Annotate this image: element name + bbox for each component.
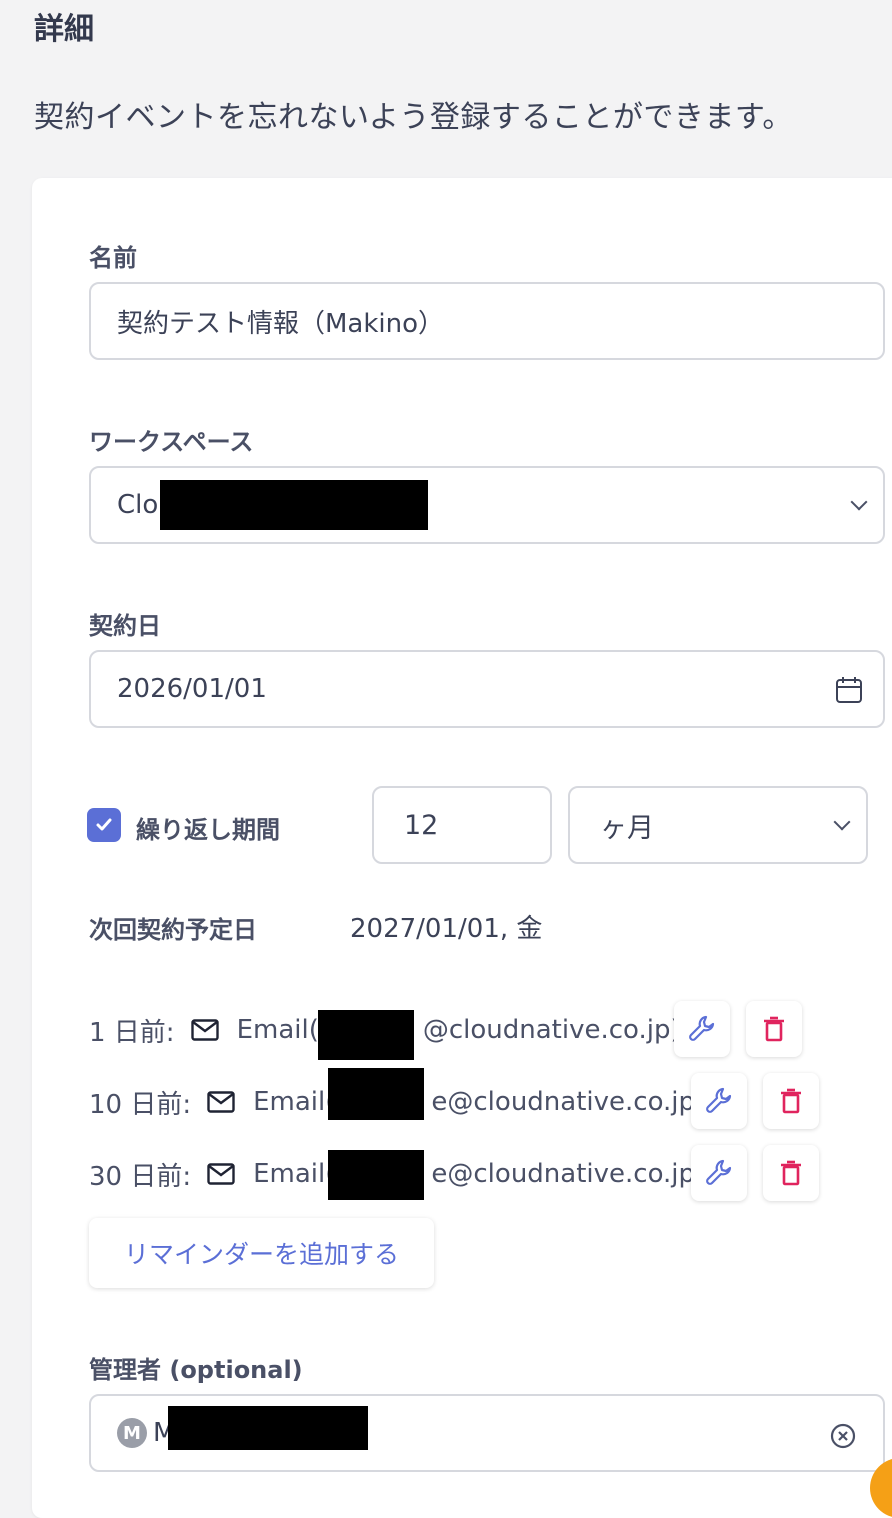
contract-date-value: 2026/01/01	[117, 674, 267, 704]
name-label: 名前	[89, 244, 137, 272]
page-title: 詳細	[34, 12, 94, 47]
redaction	[328, 1068, 424, 1120]
next-date-label: 次回契約予定日	[89, 916, 257, 944]
reminder-day: 1 日前:	[89, 1017, 175, 1048]
delete-reminder-button[interactable]	[763, 1145, 819, 1201]
contract-date-input[interactable]: 2026/01/01	[89, 650, 885, 728]
trash-icon	[764, 1016, 784, 1042]
repeat-unit-select[interactable]: ヶ月	[568, 786, 868, 864]
mail-icon	[207, 1163, 235, 1185]
edit-reminder-button[interactable]	[674, 1001, 730, 1057]
delete-reminder-button[interactable]	[763, 1073, 819, 1129]
repeat-amount-input[interactable]: 12	[372, 786, 552, 864]
check-icon	[96, 818, 112, 831]
mail-icon	[190, 1019, 219, 1041]
trash-icon	[781, 1160, 801, 1186]
reminder-email-prefix: Email(	[253, 1159, 336, 1189]
chevron-down-icon	[850, 493, 868, 511]
repeat-checkbox[interactable]	[87, 808, 121, 842]
name-value: 契約テスト情報（Makino）	[117, 308, 445, 339]
page-subtitle: 契約イベントを忘れないよう登録することができます。	[34, 100, 793, 135]
wrench-icon	[706, 1087, 732, 1113]
clear-icon[interactable]	[829, 1422, 857, 1450]
calendar-icon[interactable]	[835, 676, 863, 704]
mail-icon	[207, 1091, 235, 1113]
reminder-day: 10 日前:	[89, 1089, 192, 1120]
edit-reminder-button[interactable]	[691, 1073, 747, 1129]
edit-reminder-button[interactable]	[691, 1145, 747, 1201]
reminder-email-suffix: @cloudnative.co.jp)	[422, 1015, 681, 1045]
repeat-unit-value: ヶ月	[600, 812, 654, 844]
redaction	[168, 1406, 368, 1450]
repeat-label: 繰り返し期間	[136, 816, 280, 844]
avatar: M	[117, 1418, 147, 1448]
trash-icon	[781, 1088, 801, 1114]
name-input[interactable]: 契約テスト情報（Makino）	[89, 282, 885, 360]
contract-date-label: 契約日	[89, 612, 161, 640]
reminder-day: 30 日前:	[89, 1161, 192, 1192]
reminder-email-suffix: e@cloudnative.co.jp)	[431, 1159, 706, 1189]
chevron-down-icon	[833, 813, 851, 831]
wrench-icon	[706, 1159, 732, 1185]
workspace-label: ワークスペース	[89, 428, 254, 456]
reminder-email-prefix: Email(	[253, 1087, 336, 1117]
next-date-value: 2027/01/01, 金	[350, 914, 543, 944]
reminder-email-suffix: e@cloudnative.co.jp)	[431, 1087, 706, 1117]
repeat-amount-value: 12	[404, 809, 439, 841]
manager-label: 管理者 (optional)	[89, 1356, 303, 1384]
wrench-icon	[689, 1015, 715, 1041]
redaction	[318, 1010, 414, 1060]
delete-reminder-button[interactable]	[746, 1001, 802, 1057]
add-reminder-button[interactable]: リマインダーを追加する	[89, 1218, 434, 1288]
redaction	[160, 480, 428, 530]
redaction	[328, 1150, 424, 1200]
reminder-email-prefix: Email(	[236, 1015, 319, 1045]
